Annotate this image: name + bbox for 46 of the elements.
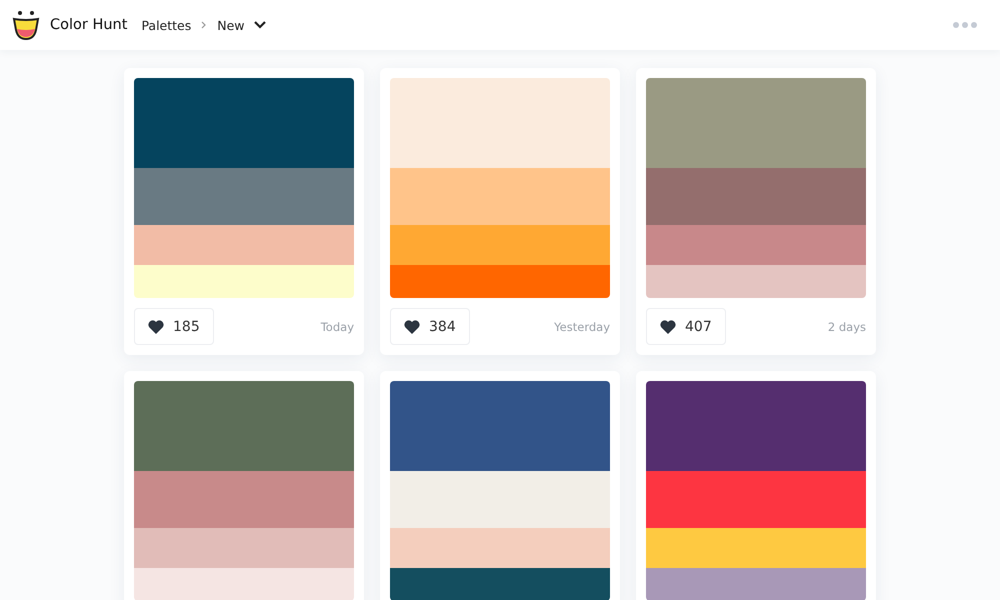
color-swatch[interactable] — [390, 381, 610, 471]
color-swatch[interactable] — [646, 568, 866, 600]
breadcrumb-link[interactable]: New — [217, 18, 245, 32]
color-swatch[interactable] — [390, 471, 610, 528]
date-label: Yesterday — [554, 320, 610, 334]
date-label: Today — [320, 320, 354, 334]
like-button[interactable]: 407 — [646, 308, 726, 345]
color-swatch[interactable] — [134, 528, 354, 568]
heart-icon — [660, 320, 676, 334]
breadcrumb-link[interactable]: Palettes — [141, 18, 192, 32]
color-swatch[interactable] — [390, 225, 610, 265]
palette-card[interactable]: 384 Yesterday — [380, 68, 620, 355]
brand-name[interactable]: Color Hunt — [50, 17, 128, 33]
color-swatch[interactable] — [646, 265, 866, 298]
color-swatch[interactable] — [646, 225, 866, 265]
color-swatch[interactable] — [390, 168, 610, 225]
color-swatch[interactable] — [134, 78, 354, 168]
palette-card[interactable] — [380, 371, 620, 600]
date-label: 2 days — [828, 320, 866, 334]
color-swatch[interactable] — [134, 471, 354, 528]
color-swatch[interactable] — [646, 528, 866, 568]
chevron-down-icon[interactable] — [252, 20, 267, 30]
palette-card[interactable] — [124, 371, 364, 600]
palette-card[interactable]: 407 2 days — [636, 68, 876, 355]
color-swatch[interactable] — [134, 168, 354, 225]
color-swatch[interactable] — [134, 568, 354, 600]
like-button[interactable]: 384 — [390, 308, 470, 345]
like-button[interactable]: 185 — [134, 308, 214, 345]
heart-icon — [404, 320, 420, 334]
heart-icon — [148, 320, 164, 334]
color-swatch[interactable] — [134, 265, 354, 298]
color-swatch[interactable] — [646, 78, 866, 168]
color-swatch[interactable] — [390, 78, 610, 168]
color-swatch[interactable] — [390, 568, 610, 600]
palette-card[interactable]: 185 Today — [124, 68, 364, 355]
palette-card[interactable] — [636, 371, 876, 600]
color-swatch[interactable] — [646, 471, 866, 528]
color-swatch[interactable] — [646, 381, 866, 471]
logo-icon — [12, 10, 40, 40]
color-swatch[interactable] — [134, 225, 354, 265]
color-swatch[interactable] — [390, 528, 610, 568]
more-icon[interactable] — [952, 21, 978, 29]
color-swatch[interactable] — [646, 168, 866, 225]
color-swatch[interactable] — [134, 381, 354, 471]
color-swatch[interactable] — [390, 265, 610, 298]
chevron-right-icon — [201, 21, 208, 29]
